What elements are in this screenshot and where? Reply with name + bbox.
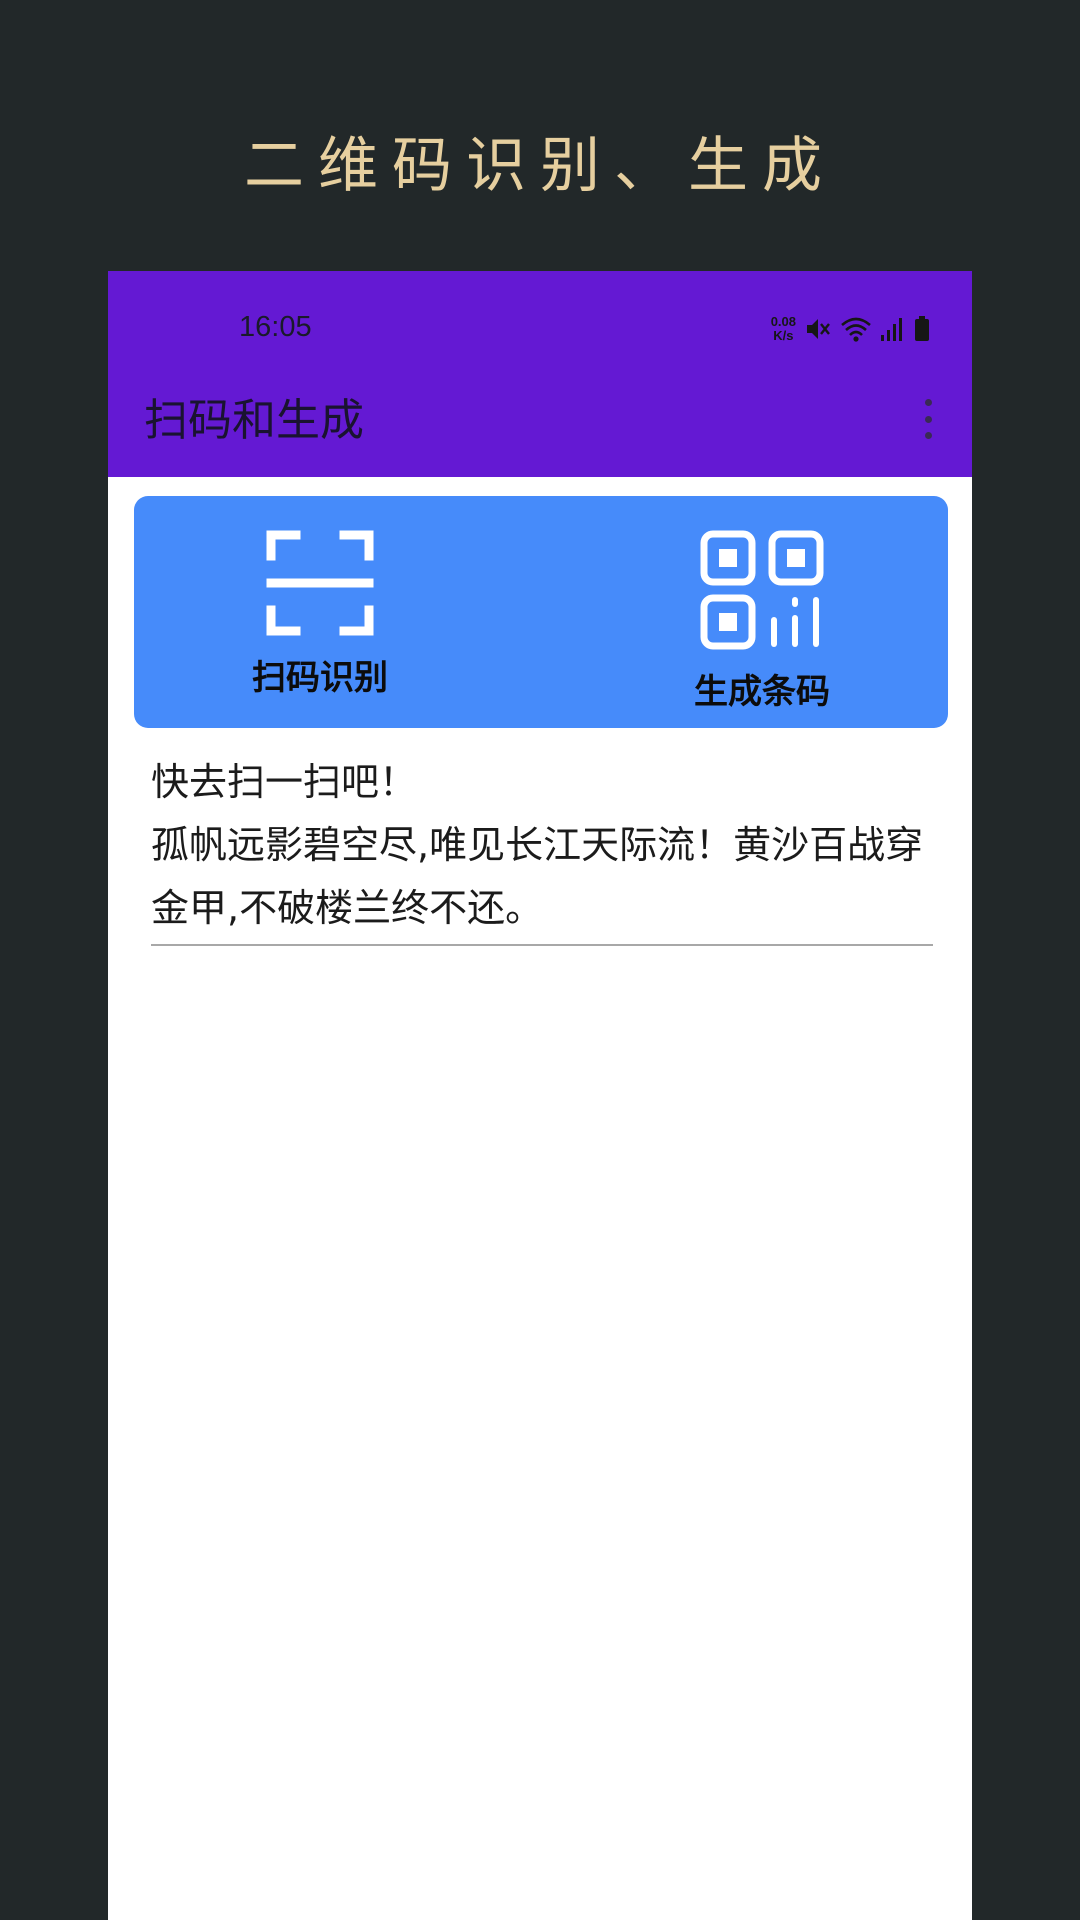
promo-title: 二维码识别、生成: [244, 131, 836, 201]
menu-dot: [924, 415, 932, 423]
signal-icon: [881, 318, 902, 341]
generate-label: 生成条码: [694, 672, 830, 712]
result-line-2: 孤帆远影碧空尽,唯见长江天际流！黄沙百战穿金甲,不破楼兰终不还。: [151, 823, 924, 930]
scan-result-text: 快去扫一扫吧！ 孤帆远影碧空尽,唯见长江天际流！黄沙百战穿金甲,不破楼兰终不还。: [151, 751, 933, 946]
status-time: 16:05: [239, 311, 312, 343]
menu-dot: [924, 432, 932, 439]
scan-button[interactable]: 扫码识别: [134, 496, 542, 728]
more-vert-icon[interactable]: [922, 399, 934, 439]
network-speed-value: 0.08: [770, 314, 796, 329]
app-bar: 16:05 0.08 K/s 扫码和生成: [108, 271, 972, 477]
mute-icon: [807, 319, 830, 339]
phone-screen: 16:05 0.08 K/s 扫码和生成 扫码识别 生成条码 快去扫一扫吧！ 孤…: [108, 271, 972, 1920]
battery-icon: [915, 316, 929, 341]
status-icons: 0.08 K/s: [771, 315, 930, 343]
menu-dot: [924, 399, 932, 406]
generate-button[interactable]: 生成条码: [542, 496, 948, 728]
scan-frame-icon: [266, 530, 374, 636]
wifi-icon: [841, 317, 871, 342]
network-speed: 0.08 K/s: [771, 315, 796, 343]
action-card: 扫码识别 生成条码: [134, 496, 948, 728]
qr-code-icon: [700, 530, 824, 650]
app-title: 扫码和生成: [144, 395, 364, 446]
result-line-1: 快去扫一扫吧！: [151, 760, 418, 804]
network-speed-unit: K/s: [773, 328, 794, 343]
scan-label: 扫码识别: [252, 658, 388, 698]
